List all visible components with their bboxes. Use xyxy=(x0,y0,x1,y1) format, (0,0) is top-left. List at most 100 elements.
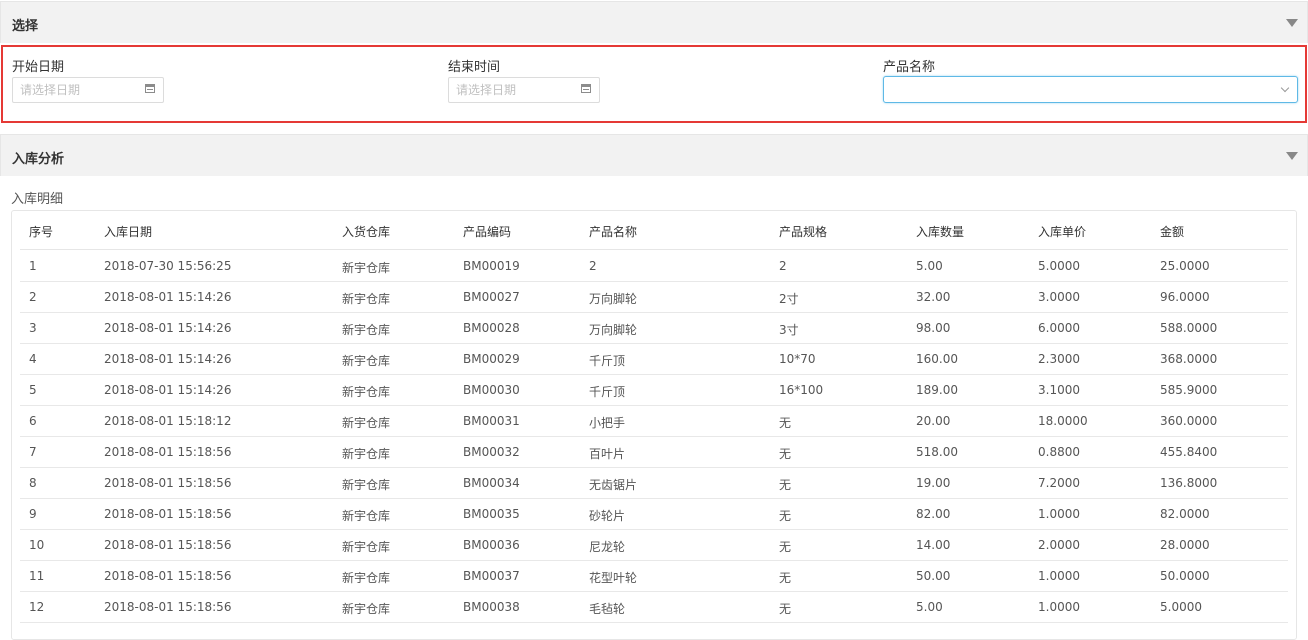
cell-product-name: 花型叶轮 xyxy=(589,571,638,585)
cell-unit-price: 0.8800 xyxy=(1038,445,1080,459)
select-panel-title: 选择 xyxy=(12,19,39,34)
start-date-picker[interactable] xyxy=(12,77,164,103)
cell-index: 8 xyxy=(29,476,37,490)
cell-index: 12 xyxy=(29,600,45,614)
cell-spec: 16*100 xyxy=(779,383,824,397)
cell-warehouse: 新宇仓库 xyxy=(342,416,391,430)
cell-spec: 无 xyxy=(779,478,792,492)
cell-unit-price: 5.0000 xyxy=(1038,259,1080,273)
cell-product-name: 万向脚轮 xyxy=(589,292,638,306)
end-time-input[interactable] xyxy=(449,78,574,102)
cell-warehouse: 新宇仓库 xyxy=(342,478,391,492)
cell-unit-price: 3.1000 xyxy=(1038,383,1080,397)
col-header-spec[interactable]: 产品规格 xyxy=(779,223,827,240)
cell-index: 2 xyxy=(29,290,37,304)
cell-product-name: 千斤顶 xyxy=(589,385,626,399)
analysis-panel-header[interactable]: 入库分析 xyxy=(0,134,1308,176)
table-row[interactable]: 6 2018-08-01 15:18:12 新宇仓库 BM00031 小把手 无 20.00… xyxy=(20,405,1288,437)
end-time-label: 结束时间 xyxy=(448,60,501,75)
cell-warehouse: 新宇仓库 xyxy=(342,447,391,461)
calendar-icon[interactable] xyxy=(581,84,591,93)
table-row[interactable]: 7 2018-08-01 15:18:56 新宇仓库 BM00032 百叶片 无 518.0… xyxy=(20,436,1288,468)
calendar-icon[interactable] xyxy=(145,84,155,93)
cell-product-name: 万向脚轮 xyxy=(589,323,638,337)
cell-product-code: BM00037 xyxy=(463,569,520,583)
cell-index: 9 xyxy=(29,507,37,521)
cell-product-name: 砂轮片 xyxy=(589,509,626,523)
col-header-warehouse[interactable]: 入货仓库 xyxy=(342,223,390,240)
chevron-down-icon[interactable] xyxy=(1280,83,1290,93)
start-date-input[interactable] xyxy=(13,78,138,102)
cell-date: 2018-08-01 15:18:56 xyxy=(104,569,232,583)
cell-warehouse: 新宇仓库 xyxy=(342,509,391,523)
product-name-select[interactable] xyxy=(883,76,1298,103)
cell-unit-price: 1.0000 xyxy=(1038,507,1080,521)
cell-spec: 10*70 xyxy=(779,352,816,366)
cell-quantity: 189.00 xyxy=(916,383,958,397)
inbound-detail-table: 序号 入库日期 入货仓库 产品编码 产品名称 产品规格 入库数量 入库单价 金额… xyxy=(11,210,1297,640)
cell-product-code: BM00019 xyxy=(463,259,520,273)
cell-quantity: 82.00 xyxy=(916,507,951,521)
table-row[interactable]: 4 2018-08-01 15:14:26 新宇仓库 BM00029 千斤顶 10*70 1… xyxy=(20,343,1288,375)
cell-spec: 无 xyxy=(779,602,792,616)
cell-product-code: BM00030 xyxy=(463,383,520,397)
cell-product-code: BM00031 xyxy=(463,414,520,428)
collapse-caret-icon[interactable] xyxy=(1286,152,1298,160)
col-header-product-name[interactable]: 产品名称 xyxy=(589,223,637,240)
col-header-product-code[interactable]: 产品编码 xyxy=(463,223,511,240)
cell-amount: 588.0000 xyxy=(1160,321,1218,335)
table-row[interactable]: 5 2018-08-01 15:14:26 新宇仓库 BM00030 千斤顶 16*100… xyxy=(20,374,1288,406)
table-row[interactable]: 11 2018-08-01 15:18:56 新宇仓库 BM00037 花型叶轮 无 50.… xyxy=(20,560,1288,592)
cell-quantity: 50.00 xyxy=(916,569,951,583)
filter-area: 开始日期 结束时间 产品名称 xyxy=(1,45,1307,123)
table-row[interactable]: 10 2018-08-01 15:18:56 新宇仓库 BM00036 尼龙轮 无 14.0… xyxy=(20,529,1288,561)
collapse-caret-icon[interactable] xyxy=(1286,19,1298,27)
start-date-label: 开始日期 xyxy=(12,60,65,75)
cell-amount: 585.9000 xyxy=(1160,383,1218,397)
cell-quantity: 518.00 xyxy=(916,445,958,459)
analysis-panel-title: 入库分析 xyxy=(12,152,65,167)
cell-product-code: BM00035 xyxy=(463,507,520,521)
cell-amount: 136.8000 xyxy=(1160,476,1218,490)
select-panel-header[interactable]: 选择 xyxy=(0,1,1308,43)
cell-amount: 368.0000 xyxy=(1160,352,1218,366)
cell-unit-price: 7.2000 xyxy=(1038,476,1080,490)
cell-quantity: 160.00 xyxy=(916,352,958,366)
end-time-picker[interactable] xyxy=(448,77,600,103)
col-header-index[interactable]: 序号 xyxy=(29,223,53,240)
cell-spec: 无 xyxy=(779,509,792,523)
cell-index: 5 xyxy=(29,383,37,397)
cell-amount: 5.0000 xyxy=(1160,600,1202,614)
table-row[interactable]: 2 2018-08-01 15:14:26 新宇仓库 BM00027 万向脚轮 2寸 32.… xyxy=(20,281,1288,313)
col-header-unit-price[interactable]: 入库单价 xyxy=(1038,223,1086,240)
cell-spec: 无 xyxy=(779,540,792,554)
cell-warehouse: 新宇仓库 xyxy=(342,261,391,275)
table-row[interactable]: 3 2018-08-01 15:14:26 新宇仓库 BM00028 万向脚轮 3寸 98.… xyxy=(20,312,1288,344)
cell-date: 2018-08-01 15:18:56 xyxy=(104,445,232,459)
table-row[interactable]: 8 2018-08-01 15:18:56 新宇仓库 BM00034 无齿锯片 无 19.0… xyxy=(20,467,1288,499)
cell-product-code: BM00034 xyxy=(463,476,520,490)
table-row[interactable]: 1 2018-07-30 15:56:25 新宇仓库 BM00019 2 2 5.00 5.0… xyxy=(20,250,1288,282)
cell-index: 1 xyxy=(29,259,37,273)
table-row[interactable]: 12 2018-08-01 15:18:56 新宇仓库 BM00038 毛毡轮 无 5.00… xyxy=(20,591,1288,623)
section-subtitle: 入库明细 xyxy=(11,192,64,207)
cell-quantity: 19.00 xyxy=(916,476,951,490)
table-row[interactable]: 9 2018-08-01 15:18:56 新宇仓库 BM00035 砂轮片 无 82.00… xyxy=(20,498,1288,530)
col-header-amount[interactable]: 金额 xyxy=(1160,223,1184,240)
cell-product-code: BM00036 xyxy=(463,538,520,552)
cell-unit-price: 18.0000 xyxy=(1038,414,1088,428)
cell-spec: 无 xyxy=(779,416,792,430)
cell-product-name: 小把手 xyxy=(589,416,626,430)
cell-amount: 50.0000 xyxy=(1160,569,1210,583)
col-header-quantity[interactable]: 入库数量 xyxy=(916,223,964,240)
cell-date: 2018-08-01 15:18:56 xyxy=(104,538,232,552)
cell-warehouse: 新宇仓库 xyxy=(342,354,391,368)
cell-unit-price: 1.0000 xyxy=(1038,569,1080,583)
cell-index: 3 xyxy=(29,321,37,335)
col-header-date[interactable]: 入库日期 xyxy=(104,223,152,240)
cell-date: 2018-08-01 15:14:26 xyxy=(104,352,232,366)
cell-spec: 无 xyxy=(779,571,792,585)
cell-product-name: 千斤顶 xyxy=(589,354,626,368)
cell-spec: 2寸 xyxy=(779,292,799,306)
cell-product-name: 毛毡轮 xyxy=(589,602,626,616)
